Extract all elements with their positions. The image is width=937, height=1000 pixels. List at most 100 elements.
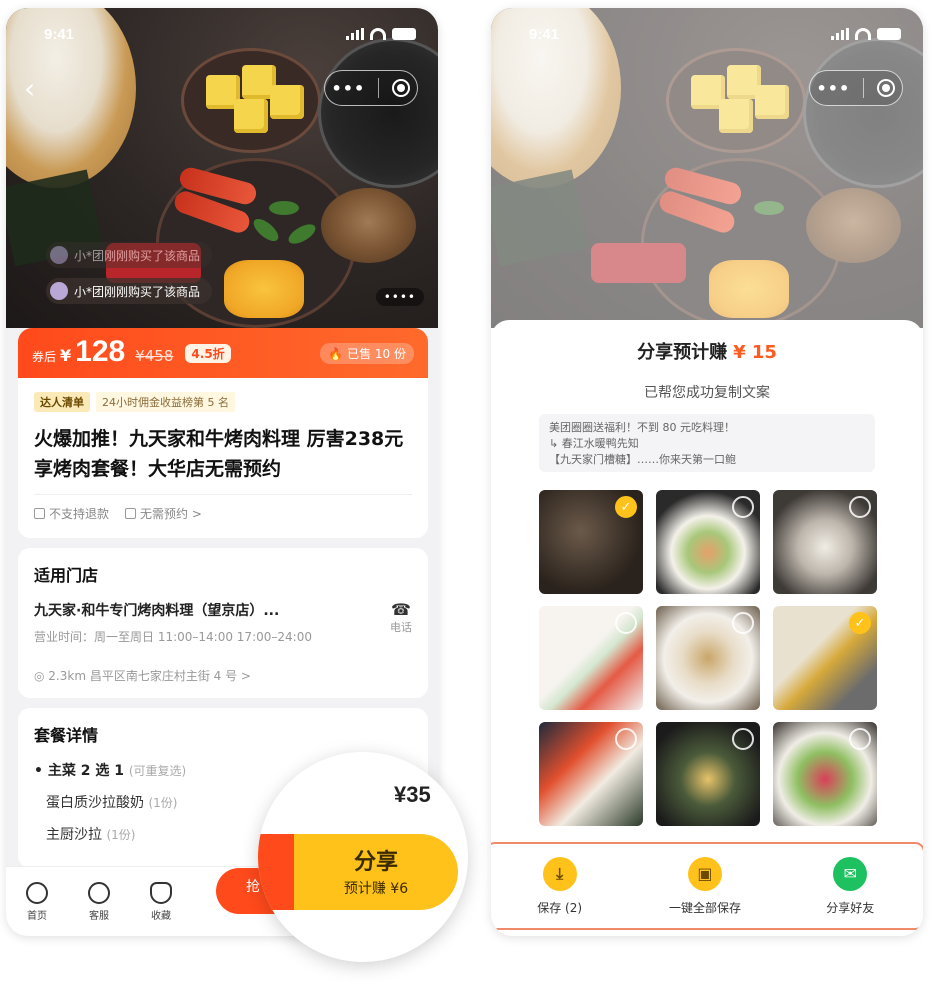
leaf-garnish (250, 214, 282, 246)
abalone-graphic (321, 188, 416, 263)
share-sheet-phone: 9:41 ••• 分享预计赚 ¥ 15 已帮您成功复制文案 美团圈圈送福利！不到 … (491, 8, 923, 936)
package-item-name: 主厨沙拉 (46, 827, 102, 843)
nav-service[interactable]: 客服 (78, 881, 120, 922)
buyer-avatar (50, 246, 68, 264)
thumb-check-icon[interactable]: ✓ (849, 612, 871, 634)
image-grid: ✓ ✓ (539, 490, 877, 826)
price-bar: 券后 ¥ 128 ¥458 4.5折 🔥 已售 10 份 (18, 328, 428, 378)
image-thumb[interactable] (539, 722, 643, 826)
battery-icon (877, 28, 901, 40)
package-item-name: 蛋白质沙拉酸奶 (46, 795, 144, 811)
policy-no-refund-text: 不支持退款 (49, 507, 110, 521)
package-section-title: 套餐详情 (34, 726, 99, 745)
store-phone-button[interactable]: ☎ 电话 (390, 600, 412, 635)
thumb-check-icon[interactable]: ✓ (615, 496, 637, 518)
capsule-divider (863, 78, 865, 98)
image-thumb[interactable] (773, 490, 877, 594)
status-bar: 9:41 (6, 8, 438, 52)
rank-badge: 达人清单 (34, 392, 90, 412)
miniapp-capsule[interactable]: ••• (324, 70, 418, 106)
package-choice-text: 主菜 2 选 1 (47, 763, 124, 779)
original-price: ¥458 (135, 347, 174, 365)
nav-home[interactable]: 首页 (16, 881, 58, 922)
product-hero-image[interactable]: 小*团刚刚购买了该商品 小*团刚刚购买了该商品 •••• (6, 8, 438, 328)
nav-favorite-label: 收藏 (151, 910, 171, 922)
nav-service-label: 客服 (89, 910, 109, 922)
sold-count-text: 已售 10 份 (347, 346, 406, 361)
store-name[interactable]: 九天家·和牛专门烤肉料理（望京店）... (34, 600, 412, 620)
magnified-buy-edge (258, 834, 298, 910)
image-thumb[interactable] (656, 606, 760, 710)
save-all-label: 一键全部保存 (668, 900, 741, 915)
package-choice-note: (可重复选) (128, 764, 187, 778)
status-icons (831, 28, 901, 40)
wechat-icon: ✉ (833, 856, 868, 891)
thumb-check-icon[interactable] (849, 496, 871, 518)
capsule-divider (378, 78, 380, 98)
policy-row[interactable]: 不支持退款 无需预约 > (34, 505, 412, 522)
tamago-plate-graphic (181, 48, 321, 153)
save-selected-button[interactable]: ⤓ 保存 (2) (505, 856, 615, 916)
thumb-check-icon[interactable] (849, 728, 871, 750)
share-button-magnifier: ¥35 分享 预计赚 ¥6 (258, 752, 468, 962)
sheet-title: 分享预计赚 ¥ 15 (491, 338, 923, 364)
thumb-check-icon[interactable] (615, 612, 637, 634)
save-all-button[interactable]: ▣ 一键全部保存 (650, 856, 760, 916)
image-thumb[interactable] (656, 490, 760, 594)
magnified-price: ¥35 (394, 782, 431, 807)
image-thumb[interactable]: ✓ (539, 490, 643, 594)
back-arrow-icon[interactable]: ‹ (24, 75, 46, 103)
divider (34, 494, 412, 495)
phone-icon: ☎ (391, 600, 411, 619)
currency-symbol: ¥ (60, 346, 72, 365)
share-earn-button[interactable]: 分享 预计赚 ¥6 (294, 834, 458, 910)
product-title-card: 达人清单 24小时佣金收益榜第 5 名 火爆加推！九天家和牛烤肉料理 厉害238… (18, 378, 428, 538)
copied-line: ↳ 春江水暖鸭先知 (549, 437, 639, 450)
thumb-check-icon[interactable] (732, 612, 754, 634)
thumb-check-icon[interactable] (732, 496, 754, 518)
wifi-icon (370, 28, 386, 40)
sheet-title-text: 分享预计赚 (637, 342, 728, 363)
battery-icon (392, 28, 416, 40)
share-friend-button[interactable]: ✉ 分享好友 (795, 856, 905, 916)
store-hours: 营业时间：周一至周日 11:00–14:00 17:00–24:00 (34, 630, 312, 644)
miniapp-capsule[interactable]: ••• (809, 70, 903, 106)
image-thumb[interactable] (773, 722, 877, 826)
leaf-garnish (269, 201, 299, 215)
product-hero-image (491, 8, 923, 328)
policy-no-reservation: 无需预约 > (125, 505, 202, 522)
discount-badge: 4.5折 (185, 343, 231, 363)
rank-line[interactable]: 达人清单 24小时佣金收益榜第 5 名 (34, 392, 412, 412)
headset-icon (88, 881, 110, 904)
status-time: 9:41 (529, 26, 560, 43)
uni-graphic (224, 260, 304, 318)
thumb-check-icon[interactable] (615, 728, 637, 750)
thumb-check-icon[interactable] (732, 728, 754, 750)
nav-favorite[interactable]: 收藏 (140, 881, 182, 922)
close-target-icon[interactable] (877, 79, 896, 97)
policy-no-reservation-text: 无需预约 > (140, 507, 202, 521)
buyer-notice-text: 小*团刚刚购买了该商品 (74, 248, 201, 263)
policy-no-refund: 不支持退款 (34, 505, 109, 522)
image-thumb[interactable]: ✓ (773, 606, 877, 710)
image-pager-indicator[interactable]: •••• (375, 288, 424, 306)
signal-icon (831, 28, 849, 40)
status-icons (346, 28, 416, 40)
image-thumb[interactable] (656, 722, 760, 826)
status-bar: 9:41 (491, 8, 923, 52)
more-dots-icon[interactable]: ••• (817, 79, 851, 98)
store-address[interactable]: ◎ 2.3km 昌平区南七家庄村主街 4 号 > (34, 667, 412, 684)
rank-text: 24小时佣金收益榜第 5 名 (96, 392, 235, 412)
sheet-backdrop-overlay[interactable] (491, 8, 923, 328)
store-address-text: 2.3km 昌平区南七家庄村主街 4 号 > (48, 669, 251, 683)
image-thumb[interactable] (539, 606, 643, 710)
copied-text-box[interactable]: 美团圈圈送福利！不到 80 元吃料理！ ↳ 春江水暖鸭先知 【九天家门槽糖】……… (539, 414, 875, 472)
package-item-note: (1份) (148, 796, 178, 810)
status-time: 9:41 (44, 26, 75, 43)
nav-home-label: 首页 (27, 910, 47, 922)
save-selected-label: 保存 (2) (537, 900, 583, 915)
copied-line-text: 春江水暖鸭先知 (561, 437, 639, 450)
more-dots-icon[interactable]: ••• (332, 79, 366, 98)
dark-bowl-graphic (318, 38, 438, 188)
close-target-icon[interactable] (392, 79, 411, 97)
